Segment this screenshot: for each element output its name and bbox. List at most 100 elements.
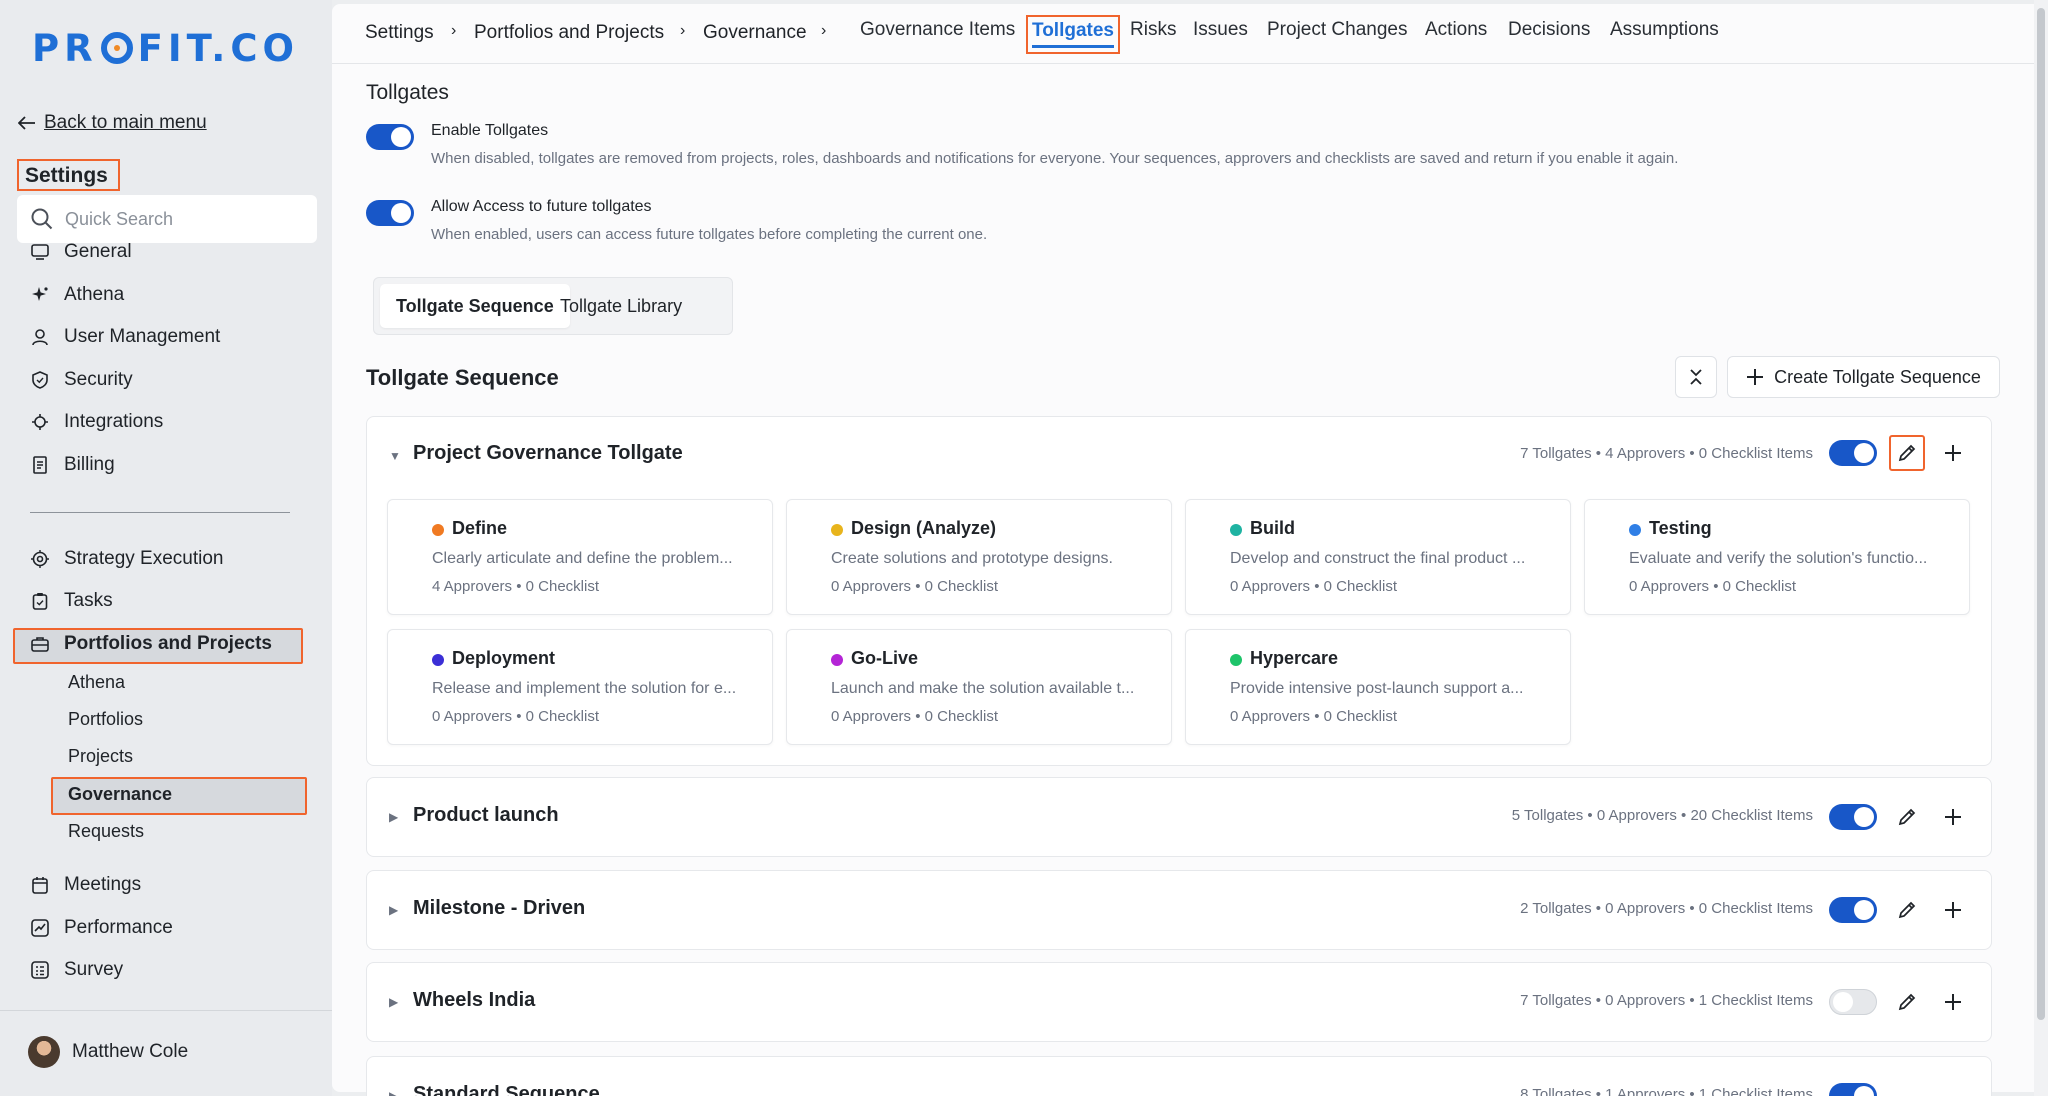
sequence-meta: 8 Tollgates • 1 Approvers • 1 Checklist …: [1520, 1086, 1813, 1096]
tollgate-card-deployment[interactable]: Deployment Release and implement the sol…: [387, 629, 773, 745]
tollgate-name: Go-Live: [851, 648, 919, 668]
tab-tollgates[interactable]: Tollgates: [1026, 15, 1120, 54]
sequence-name[interactable]: Standard Sequence: [413, 1083, 600, 1096]
sequence-name[interactable]: Milestone - Driven: [413, 897, 585, 920]
shield-icon: [30, 370, 50, 390]
tab-governance-items[interactable]: Governance Items: [860, 19, 1015, 41]
caret-right-icon[interactable]: ▶: [389, 810, 398, 824]
profit-co-logo[interactable]: PR FIT.CO: [32, 26, 299, 70]
target-icon: [30, 549, 50, 569]
settings-sidebar: PR FIT.CO Back to main menu Settings Quic…: [0, 0, 332, 1096]
enable-tollgates-description: When disabled, tollgates are removed fro…: [431, 150, 1679, 167]
sidebar-item-survey[interactable]: Survey: [30, 955, 123, 985]
tollgate-card-define[interactable]: Define Clearly articulate and define the…: [387, 499, 773, 615]
logo-target-icon: [100, 32, 133, 64]
clipboard-icon: [30, 591, 50, 611]
user-icon: [30, 327, 50, 347]
caret-right-icon[interactable]: ▶: [389, 1089, 398, 1096]
enable-tollgates-toggle[interactable]: [366, 124, 414, 150]
sidebar-subitem-athena[interactable]: Athena: [68, 672, 125, 693]
tollgate-description: Evaluate and verify the solution's funct…: [1629, 550, 1928, 567]
sequence-name[interactable]: Project Governance Tollgate: [413, 442, 683, 465]
sequence-toggle[interactable]: [1829, 804, 1877, 830]
tab-project-changes[interactable]: Project Changes: [1267, 19, 1407, 41]
breadcrumb-portfolios-and-projects[interactable]: Portfolios and Projects: [474, 22, 664, 44]
sequence-toggle[interactable]: [1829, 440, 1877, 466]
create-tollgate-sequence-button[interactable]: Create Tollgate Sequence: [1727, 356, 2000, 398]
tollgate-description: Release and implement the solution for e…: [432, 680, 737, 697]
sidebar-item-label: Billing: [64, 454, 115, 475]
logo-text-left: PR: [32, 26, 98, 70]
sidebar-item-label: Survey: [64, 959, 124, 980]
sidebar-item-meetings[interactable]: Meetings: [30, 870, 141, 900]
add-tollgate-button[interactable]: [1935, 984, 1971, 1020]
back-link-label: Back to main menu: [44, 112, 207, 133]
caret-right-icon[interactable]: ▶: [389, 995, 398, 1009]
user-profile[interactable]: Matthew Cole: [28, 1036, 188, 1068]
sidebar-item-label: Security: [64, 369, 133, 390]
sidebar-subitem-portfolios[interactable]: Portfolios: [68, 709, 143, 730]
sidebar-subitem-requests[interactable]: Requests: [68, 821, 144, 842]
caret-right-icon[interactable]: ▶: [389, 903, 398, 917]
tab-assumptions[interactable]: Assumptions: [1610, 19, 1719, 41]
sequence-meta: 7 Tollgates • 0 Approvers • 1 Checklist …: [1520, 992, 1813, 1009]
edit-sequence-button[interactable]: [1889, 984, 1925, 1020]
add-tollgate-button[interactable]: [1935, 892, 1971, 928]
tollgate-card-hypercare[interactable]: Hypercare Provide intensive post-launch …: [1185, 629, 1571, 745]
tollgate-card-go-live[interactable]: Go-Live Launch and make the solution ava…: [786, 629, 1172, 745]
tollgate-sequence-tab[interactable]: Tollgate Sequence: [380, 284, 570, 328]
sequence-toggle[interactable]: [1829, 989, 1877, 1015]
sidebar-item-strategy-execution[interactable]: Strategy Execution: [30, 544, 223, 574]
caret-down-icon[interactable]: ▼: [389, 449, 401, 463]
survey-icon: [30, 960, 50, 980]
sequence-toggle[interactable]: [1829, 1083, 1877, 1096]
sidebar-item-billing[interactable]: Billing: [30, 450, 115, 480]
tollgate-description: Clearly articulate and define the proble…: [432, 550, 733, 567]
breadcrumb-governance[interactable]: Governance: [703, 22, 807, 44]
breadcrumb-settings[interactable]: Settings: [365, 22, 434, 44]
tollgate-card-design[interactable]: Design (Analyze) Create solutions and pr…: [786, 499, 1172, 615]
sidebar-item-user-management[interactable]: User Management: [30, 322, 220, 352]
tab-decisions[interactable]: Decisions: [1508, 19, 1590, 41]
tollgate-description: Launch and make the solution available t…: [831, 680, 1135, 697]
tollgate-card-testing[interactable]: Testing Evaluate and verify the solution…: [1584, 499, 1970, 615]
tollgate-description: Create solutions and prototype designs.: [831, 550, 1113, 567]
user-name: Matthew Cole: [72, 1041, 189, 1062]
tollgate-library-tab[interactable]: Tollgate Library: [544, 284, 698, 328]
tollgate-view-switcher: Tollgate Sequence Tollgate Library: [373, 277, 733, 335]
plug-icon: [30, 412, 50, 432]
future-tollgates-toggle[interactable]: [366, 200, 414, 226]
scrollbar-thumb[interactable]: [2037, 8, 2045, 1020]
collapse-all-button[interactable]: [1675, 356, 1717, 398]
sequence-name[interactable]: Product launch: [413, 804, 559, 827]
sidebar-item-tasks[interactable]: Tasks: [30, 586, 113, 616]
chevron-right-icon: ›: [451, 22, 457, 39]
sequence-toggle[interactable]: [1829, 897, 1877, 923]
chart-icon: [30, 918, 50, 938]
quick-search-input[interactable]: Quick Search: [17, 195, 317, 243]
sidebar-subitem-governance[interactable]: Governance: [68, 784, 172, 805]
add-tollgate-button[interactable]: [1935, 435, 1971, 471]
tab-issues[interactable]: Issues: [1193, 19, 1248, 41]
sidebar-item-portfolios-and-projects[interactable]: Portfolios and Projects: [30, 629, 272, 659]
sidebar-item-athena[interactable]: Athena: [30, 280, 124, 310]
enable-tollgates-label: Enable Tollgates: [431, 122, 549, 139]
edit-sequence-button[interactable]: [1889, 799, 1925, 835]
sidebar-item-security[interactable]: Security: [30, 365, 133, 395]
edit-sequence-button[interactable]: [1889, 435, 1925, 471]
sequence-card: ▶ Standard Sequence 8 Tollgates • 1 Appr…: [366, 1056, 1992, 1096]
back-to-main-menu-link[interactable]: Back to main menu: [18, 112, 207, 134]
sidebar-item-general[interactable]: General: [30, 237, 132, 267]
tollgate-card-build[interactable]: Build Develop and construct the final pr…: [1185, 499, 1571, 615]
sequence-name[interactable]: Wheels India: [413, 989, 535, 1012]
add-tollgate-button[interactable]: [1935, 799, 1971, 835]
tollgate-meta: 4 Approvers • 0 Checklist: [432, 578, 599, 595]
tab-risks[interactable]: Risks: [1130, 19, 1176, 41]
tab-actions[interactable]: Actions: [1425, 19, 1487, 41]
sidebar-item-performance[interactable]: Performance: [30, 913, 173, 943]
edit-sequence-button[interactable]: [1889, 892, 1925, 928]
sidebar-item-integrations[interactable]: Integrations: [30, 407, 163, 437]
status-dot: [831, 654, 843, 666]
page-scrollbar[interactable]: [2034, 0, 2048, 1096]
sidebar-subitem-projects[interactable]: Projects: [68, 746, 133, 767]
